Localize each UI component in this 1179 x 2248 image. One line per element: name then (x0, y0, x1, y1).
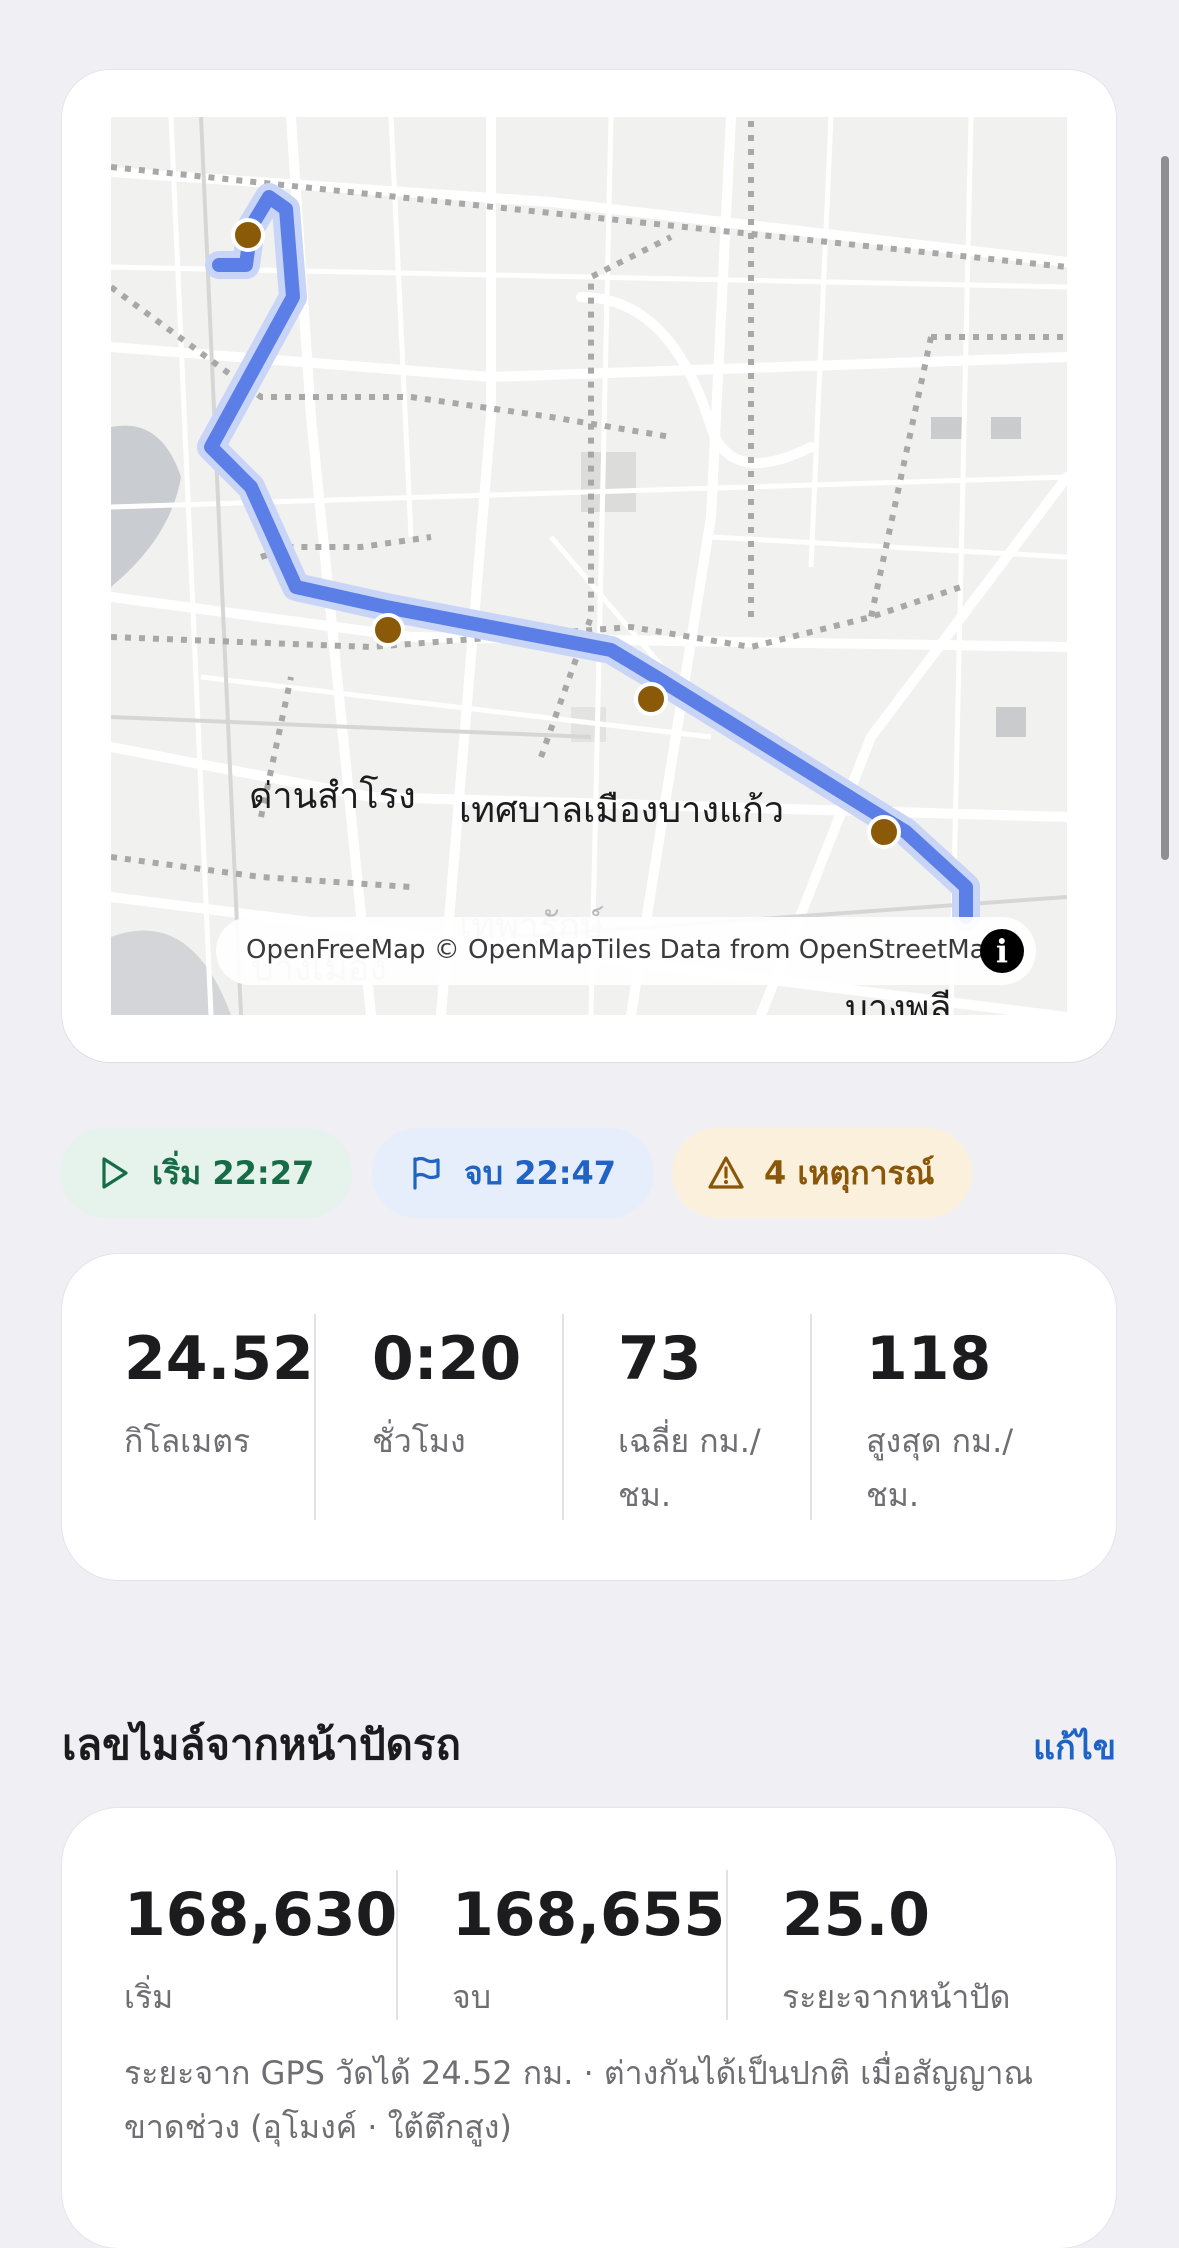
building-block (991, 417, 1021, 439)
start-time-label: เริ่ม 22:27 (152, 1153, 315, 1192)
info-icon[interactable]: i (980, 929, 1024, 973)
stat-label: สูงสุด กม./ชม. (866, 1422, 1014, 1514)
trip-stats-card: 24.52 กิโลเมตร 0:20 ชั่วโมง 73 เฉลี่ย กม… (62, 1254, 1116, 1580)
stat-label: กิโลเมตร (124, 1422, 251, 1460)
building-block (996, 707, 1026, 737)
events-label: 4 เหตุการณ์ (764, 1153, 935, 1192)
edit-odometer-button[interactable]: แก้ไข (1033, 1720, 1116, 1774)
event-marker[interactable] (371, 613, 405, 647)
route-map[interactable]: ด่านสำโรง เทศบาลเมืองบางแก้ว เทพารักษ์ บ… (111, 117, 1067, 1015)
stat-label: เฉลี่ย กม./ชม. (618, 1422, 761, 1514)
odometer-section-title: เลขไมล์จากหน้าปัดรถ (62, 1720, 461, 1769)
start-time-chip: เริ่ม 22:27 (60, 1128, 353, 1218)
end-time-chip: จบ 22:47 (372, 1128, 655, 1218)
water-area (111, 930, 231, 1015)
gps-distance-note: ระยะจาก GPS วัดได้ 24.52 กม. · ต่างกันได… (124, 2054, 1034, 2146)
stat-value: 118 (866, 1324, 992, 1394)
scrollbar[interactable] (1161, 156, 1169, 860)
trip-map-card: ด่านสำโรง เทศบาลเมืองบางแก้ว เทพารักษ์ บ… (62, 70, 1116, 1062)
map-attribution: OpenFreeMap © OpenMapTiles Data from Ope… (216, 917, 1036, 985)
odometer-card: 168,630 เริ่ม 168,655 จบ 25.0 ระยะจากหน้… (62, 1808, 1116, 2248)
divider (562, 1314, 564, 1520)
flag-icon (413, 1156, 440, 1190)
warning-icon (708, 1156, 744, 1189)
odometer-label: จบ (452, 1978, 492, 2016)
stat-label: ชั่วโมง (372, 1422, 466, 1460)
map-place-label: เทศบาลเมืองบางแก้ว (459, 790, 785, 831)
divider (396, 1870, 398, 2020)
event-marker[interactable] (231, 218, 265, 252)
building-block (931, 417, 963, 439)
play-icon (102, 1157, 128, 1189)
event-marker[interactable] (634, 682, 668, 716)
divider (314, 1314, 316, 1520)
map-base (111, 117, 1067, 1015)
odometer-value: 25.0 (782, 1880, 931, 1950)
stat-value: 0:20 (372, 1324, 522, 1394)
divider (726, 1870, 728, 2020)
end-time-label: จบ 22:47 (464, 1153, 617, 1192)
stat-value: 24.52 (124, 1324, 314, 1394)
odometer-label: เริ่ม (124, 1978, 174, 2016)
odometer-label: ระยะจากหน้าปัด (782, 1978, 1011, 2016)
map-place-label: ด่านสำโรง (249, 776, 416, 817)
events-chip[interactable]: 4 เหตุการณ์ (672, 1128, 973, 1218)
divider (810, 1314, 812, 1520)
attribution-text: OpenFreeMap © OpenMapTiles Data from Ope… (246, 935, 1003, 965)
map-place-label: บางพลี (845, 988, 952, 1015)
odometer-value: 168,630 (124, 1880, 398, 1950)
odometer-value: 168,655 (452, 1880, 726, 1950)
event-marker[interactable] (867, 815, 901, 849)
stat-value: 73 (618, 1324, 702, 1394)
